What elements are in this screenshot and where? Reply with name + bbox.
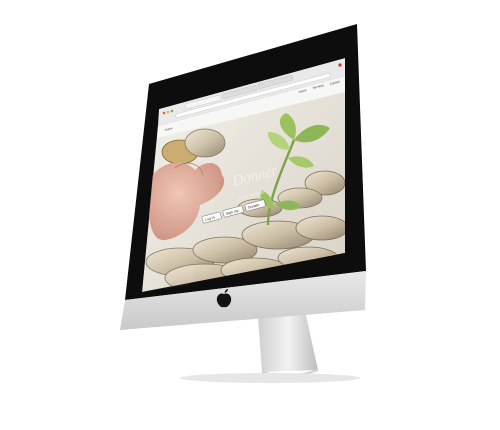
imac-mockup-scene: Home Home Services Contact Donner Invest… (120, 24, 366, 383)
bookmark-icon[interactable] (338, 63, 342, 67)
